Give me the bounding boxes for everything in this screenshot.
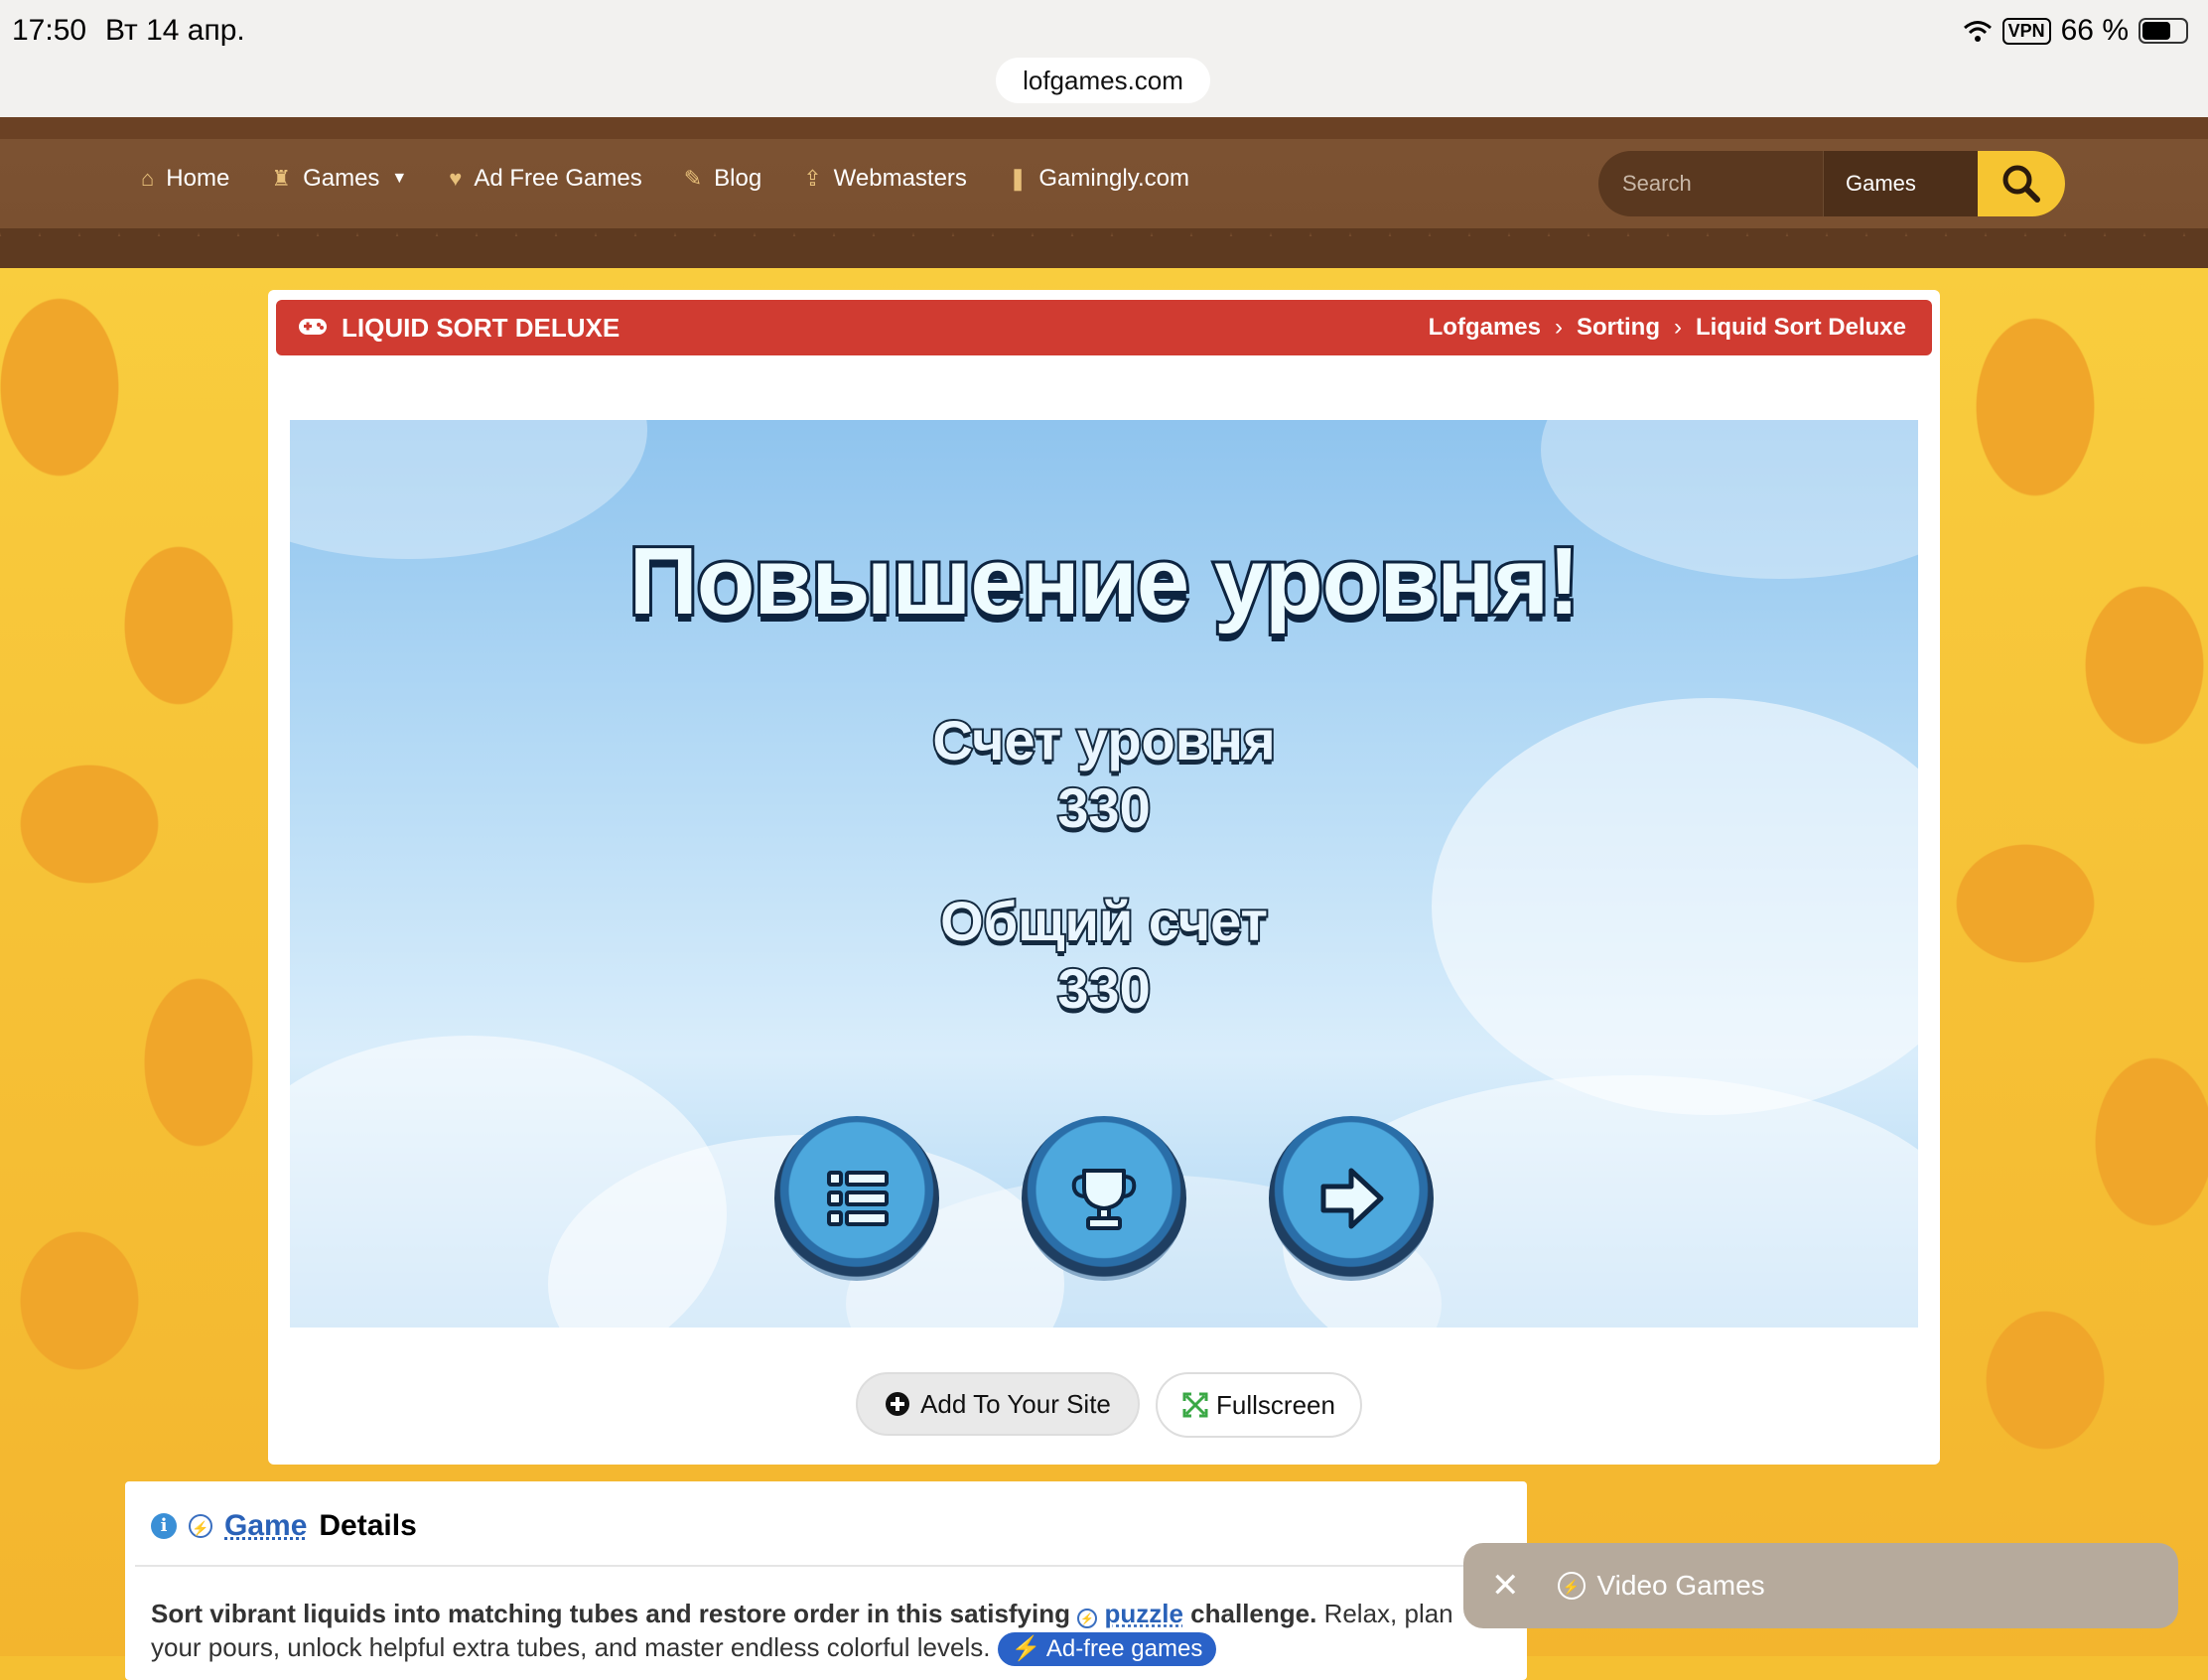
nav-label: Games: [303, 165, 380, 192]
game-card: LIQUID SORT DELUXE Lofgames › Sorting › …: [268, 290, 1940, 1465]
bolt-icon: ⚡: [1557, 1572, 1586, 1600]
details-title: Details: [319, 1509, 417, 1542]
nav-label: Home: [166, 165, 230, 192]
nav-label: Ad Free Games: [474, 165, 642, 192]
battery-percent: 66 %: [2060, 14, 2129, 47]
nav-label: Blog: [714, 165, 762, 192]
add-to-site-label: Add To Your Site: [920, 1388, 1111, 1419]
ad-free-games-badge[interactable]: ⚡ Ad-free games: [997, 1632, 1217, 1666]
game-link[interactable]: Game: [224, 1509, 307, 1543]
breadcrumb-link[interactable]: Lofgames: [1429, 314, 1541, 342]
description-text: Relax, plan: [1323, 1599, 1453, 1628]
vpn-badge: VPN: [2001, 17, 2051, 45]
wifi-icon: [1963, 21, 1992, 42]
game-details-card: i ⚡ Game Details Sort vibrant liquids in…: [125, 1481, 1527, 1680]
trophy-icon: [1071, 1169, 1137, 1230]
level-score-label: Счет уровня: [930, 707, 1277, 773]
status-time: 17:50: [12, 14, 87, 47]
game-canvas[interactable]: Повышение уровня! Счет уровня 330 Общий …: [290, 420, 1918, 1328]
level-up-heading: Повышение уровня!: [626, 525, 1584, 637]
level-menu-button[interactable]: [774, 1116, 939, 1281]
url-bar[interactable]: lofgames.com: [996, 58, 1210, 103]
nav-item-games[interactable]: ♜ Games ▼: [271, 165, 407, 193]
fullscreen-button[interactable]: Fullscreen: [1156, 1372, 1362, 1438]
game-title: LIQUID SORT DELUXE: [342, 313, 621, 343]
nav-menu: ⌂ Home ♜ Games ▼ ♥ Ad Free Games ✎ Blog …: [141, 165, 1189, 193]
toast-label: Video Games: [1596, 1570, 1765, 1601]
upload-icon: ⇪: [803, 166, 822, 191]
status-bar: 17:50 Вт 14 апр. VPN 66 %: [0, 0, 2208, 62]
castle-icon: ♜: [271, 166, 292, 191]
expand-icon: [1182, 1392, 1208, 1418]
total-score-label: Общий счет: [938, 888, 1270, 954]
divider: [135, 1565, 1517, 1567]
nav-label: Gamingly.com: [1038, 165, 1189, 192]
description-bold: Sort vibrant liquids into matching tubes…: [151, 1599, 1071, 1628]
status-indicators: VPN 66 %: [1963, 14, 2188, 48]
heart-icon: ♥: [449, 166, 463, 191]
nav-item-webmasters[interactable]: ⇪ Webmasters: [803, 165, 967, 193]
list-icon: [827, 1171, 889, 1226]
nav-item-home[interactable]: ⌂ Home: [141, 165, 229, 193]
description-bold: challenge.: [1190, 1599, 1317, 1628]
pencil-icon: ✎: [683, 166, 703, 191]
search-button[interactable]: [1978, 151, 2065, 216]
breadcrumb-link[interactable]: Sorting: [1577, 314, 1660, 342]
breadcrumb-current[interactable]: Liquid Sort Deluxe: [1696, 314, 1906, 342]
bookmark-icon: ❚: [1008, 166, 1028, 191]
total-score-value: 330: [1055, 955, 1152, 1022]
search-input[interactable]: [1598, 151, 1823, 216]
search-category-select[interactable]: Games: [1823, 151, 1978, 216]
plus-circle-icon: [886, 1392, 910, 1416]
badge-label: Ad-free games: [1045, 1635, 1203, 1662]
home-icon: ⌂: [141, 166, 155, 191]
bolt-icon: ⚡: [1077, 1609, 1098, 1628]
leaderboard-button[interactable]: [1022, 1116, 1186, 1281]
chevron-right-icon: ›: [1554, 314, 1563, 341]
video-games-toast[interactable]: ✕ ⚡ Video Games: [1463, 1543, 2178, 1628]
chevron-right-icon: ›: [1673, 314, 1682, 341]
details-heading: i ⚡ Game Details: [151, 1509, 417, 1543]
nav-scallop-edge: [0, 228, 2208, 268]
fullscreen-label: Fullscreen: [1216, 1389, 1335, 1420]
nav-label: Webmasters: [833, 165, 967, 192]
level-score-value: 330: [1055, 774, 1152, 841]
search-bar: Games: [1598, 151, 2065, 216]
status-date: Вт 14 апр.: [105, 14, 245, 47]
info-icon: i: [151, 1513, 177, 1539]
description-text: your pours, unlock helpful extra tubes, …: [151, 1632, 991, 1662]
bolt-icon: ⚡: [189, 1514, 212, 1538]
nav-item-ad-free-games[interactable]: ♥ Ad Free Games: [449, 165, 641, 193]
search-icon: [2002, 165, 2040, 203]
breadcrumb: Lofgames › Sorting › Liquid Sort Deluxe: [1429, 314, 1906, 342]
nav-item-blog[interactable]: ✎ Blog: [684, 165, 761, 193]
nav-item-gamingly[interactable]: ❚ Gamingly.com: [1009, 165, 1189, 193]
next-level-button[interactable]: [1269, 1116, 1434, 1281]
close-icon[interactable]: ✕: [1491, 1566, 1520, 1606]
puzzle-link[interactable]: puzzle: [1104, 1599, 1182, 1628]
game-title-bar: LIQUID SORT DELUXE Lofgames › Sorting › …: [276, 300, 1932, 355]
battery-icon: [2139, 18, 2188, 44]
add-to-site-button[interactable]: Add To Your Site: [856, 1372, 1140, 1436]
gamepad-icon: [299, 319, 327, 335]
caret-down-icon: ▼: [391, 170, 408, 187]
arrow-right-icon: [1320, 1168, 1384, 1229]
